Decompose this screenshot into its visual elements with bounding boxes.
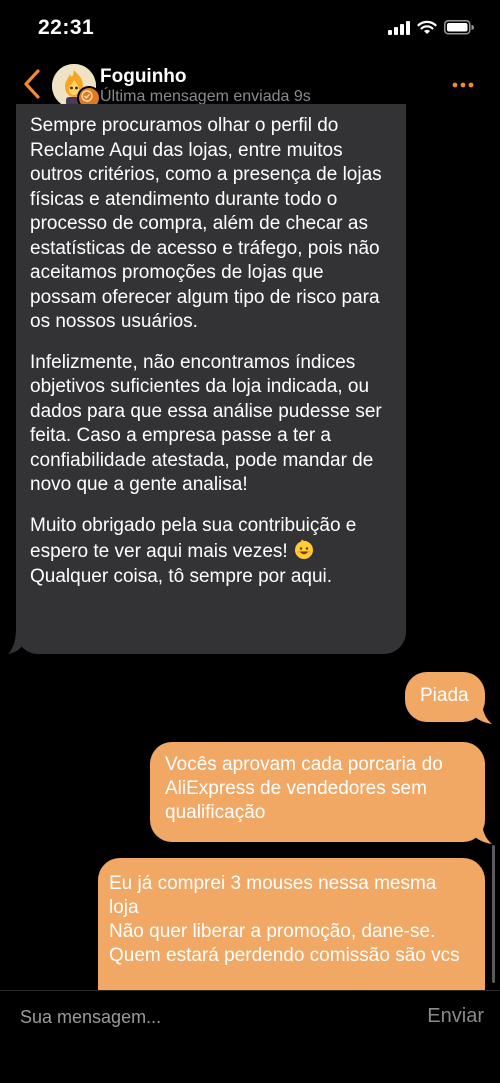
outgoing-bubble-tail <box>474 700 492 724</box>
status-time: 22:31 <box>38 16 95 39</box>
incoming-bubble-tail <box>8 628 22 654</box>
message-paragraph: Muito obrigado pela sua contribuição e e… <box>30 514 392 590</box>
status-icons <box>388 20 474 35</box>
outgoing-message-bubble[interactable]: Piada <box>405 672 485 722</box>
scroll-indicator[interactable] <box>492 845 495 983</box>
battery-icon <box>444 20 474 35</box>
message-text: Qualquer coisa, tô sempre por aqui. <box>30 565 333 587</box>
back-chevron-icon[interactable] <box>18 66 48 102</box>
message-paragraph: Sempre procuramos olhar o perfil do Recl… <box>30 115 382 332</box>
message-line: Eu já comprei 3 mouses nessa mesma loja <box>109 873 437 918</box>
send-button[interactable]: Enviar <box>427 1005 484 1028</box>
outgoing-message-bubble[interactable]: Vocês aprovam cada porcaria do AliExpres… <box>150 742 485 842</box>
wifi-icon <box>417 20 437 34</box>
cellular-signal-icon <box>388 20 410 35</box>
outgoing-bubble-tail <box>474 820 492 844</box>
outgoing-message-bubble[interactable]: Eu já comprei 3 mouses nessa mesma loja … <box>98 858 485 998</box>
message-line: Não quer liberar a promoção, dane-se. <box>109 921 436 942</box>
message-text: Piada <box>420 685 469 706</box>
contact-name[interactable]: Foguinho <box>100 66 187 88</box>
incoming-message-bubble[interactable]: Sempre procuramos olhar o perfil do Recl… <box>16 104 406 654</box>
message-paragraph: Infelizmente, não encontramos índices ob… <box>30 351 382 496</box>
status-bar: 22:31 <box>0 0 500 56</box>
message-input[interactable]: Sua mensagem... <box>20 1007 161 1028</box>
message-text: Vocês aprovam cada porcaria do AliExpres… <box>165 754 443 823</box>
more-options-icon[interactable] <box>450 72 476 98</box>
smiling-face-emoji-icon <box>294 539 313 559</box>
message-line: Quem estará perdendo comissão são vcs <box>109 945 460 966</box>
message-composer: Sua mensagem... Enviar <box>0 990 500 1083</box>
